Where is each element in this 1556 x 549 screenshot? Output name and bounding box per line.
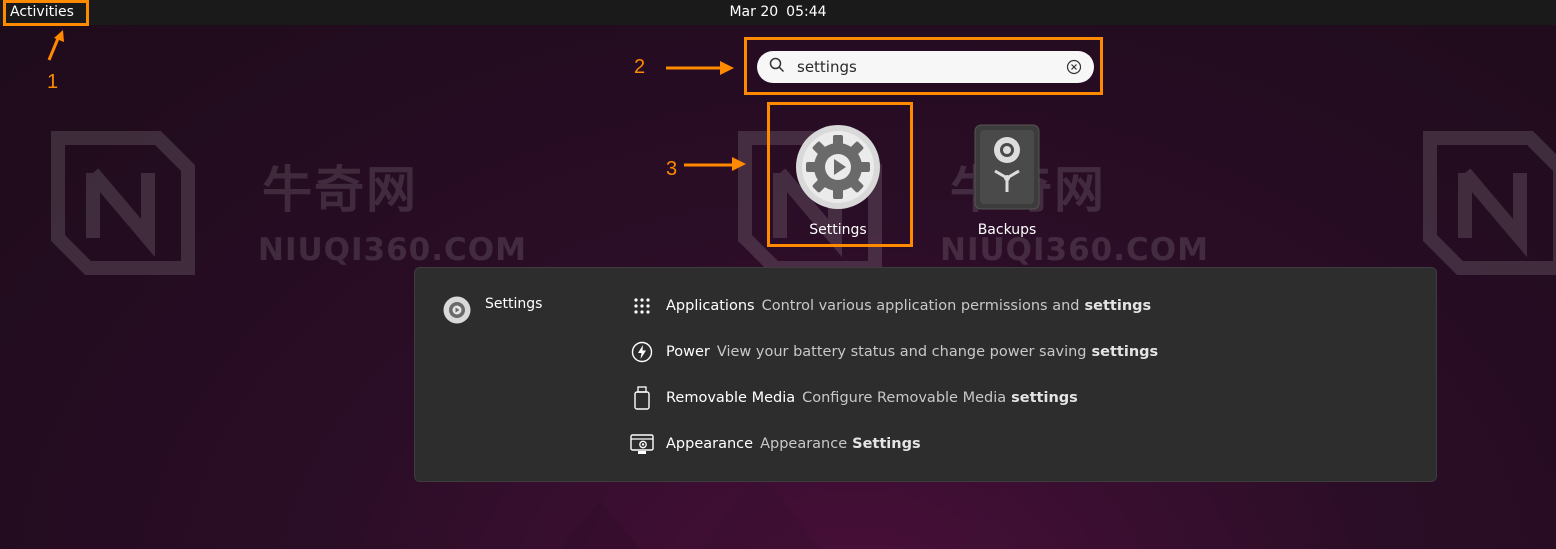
watermark-logo-right xyxy=(1423,131,1556,275)
annotation-arrow-1 xyxy=(47,30,64,61)
usb-drive-icon xyxy=(630,386,654,410)
settings-small-icon xyxy=(443,296,471,324)
result-applications[interactable]: Applications Control various application… xyxy=(630,294,1151,318)
annotation-arrow-3 xyxy=(684,157,746,171)
result-match: Settings xyxy=(852,436,921,452)
search-icon xyxy=(769,57,785,77)
clock-time: 05:44 xyxy=(786,4,827,20)
clear-icon[interactable] xyxy=(1066,59,1082,75)
result-removable-media[interactable]: Removable Media Configure Removable Medi… xyxy=(630,386,1078,410)
watermark-logo-left xyxy=(51,131,195,275)
annotation-number-3: 3 xyxy=(666,158,678,180)
result-title: Appearance xyxy=(666,436,754,452)
search-input[interactable] xyxy=(795,57,1049,77)
gear-icon xyxy=(796,125,880,209)
search-field[interactable] xyxy=(757,51,1094,83)
clock-date: Mar 20 xyxy=(729,4,779,20)
result-match: settings xyxy=(1091,344,1159,360)
result-title: Applications xyxy=(666,298,755,314)
result-description: Appearance xyxy=(760,436,848,452)
top-bar: Activities Mar 20 05:44 xyxy=(0,0,1556,25)
app-label: Settings xyxy=(809,222,867,238)
app-backups[interactable]: Backups xyxy=(942,124,1072,238)
annotation-number-2: 2 xyxy=(634,56,646,78)
result-description: Control various application permissions … xyxy=(761,298,1080,314)
safe-icon xyxy=(974,124,1040,210)
result-description: Configure Removable Media xyxy=(802,390,1007,406)
result-match: settings xyxy=(1011,390,1078,406)
power-icon xyxy=(630,340,654,364)
appearance-icon xyxy=(630,432,654,456)
provider-name: Settings xyxy=(485,296,543,312)
watermark-domain-left: NIUQI360.COM xyxy=(258,232,527,268)
results-provider-settings[interactable]: Settings xyxy=(443,296,542,324)
app-label: Backups xyxy=(977,222,1037,238)
annotation-arrow-2 xyxy=(666,61,734,75)
watermark-chinese-left: 牛奇网 xyxy=(262,161,418,219)
annotation-number-1: 1 xyxy=(47,71,59,93)
result-power[interactable]: Power View your battery status and chang… xyxy=(630,340,1158,364)
annotation-box-activities xyxy=(3,0,89,26)
app-settings[interactable]: Settings xyxy=(773,124,903,238)
result-title: Removable Media xyxy=(666,390,796,406)
result-description: View your battery status and change powe… xyxy=(716,344,1087,360)
clock[interactable]: Mar 20 05:44 xyxy=(0,4,1556,20)
result-title: Power xyxy=(666,344,710,360)
result-match: settings xyxy=(1084,298,1152,314)
search-results-panel: Settings Applications Control various ap… xyxy=(414,267,1437,482)
result-appearance[interactable]: Appearance Appearance Settings xyxy=(630,432,921,456)
apps-grid-icon xyxy=(630,294,654,318)
